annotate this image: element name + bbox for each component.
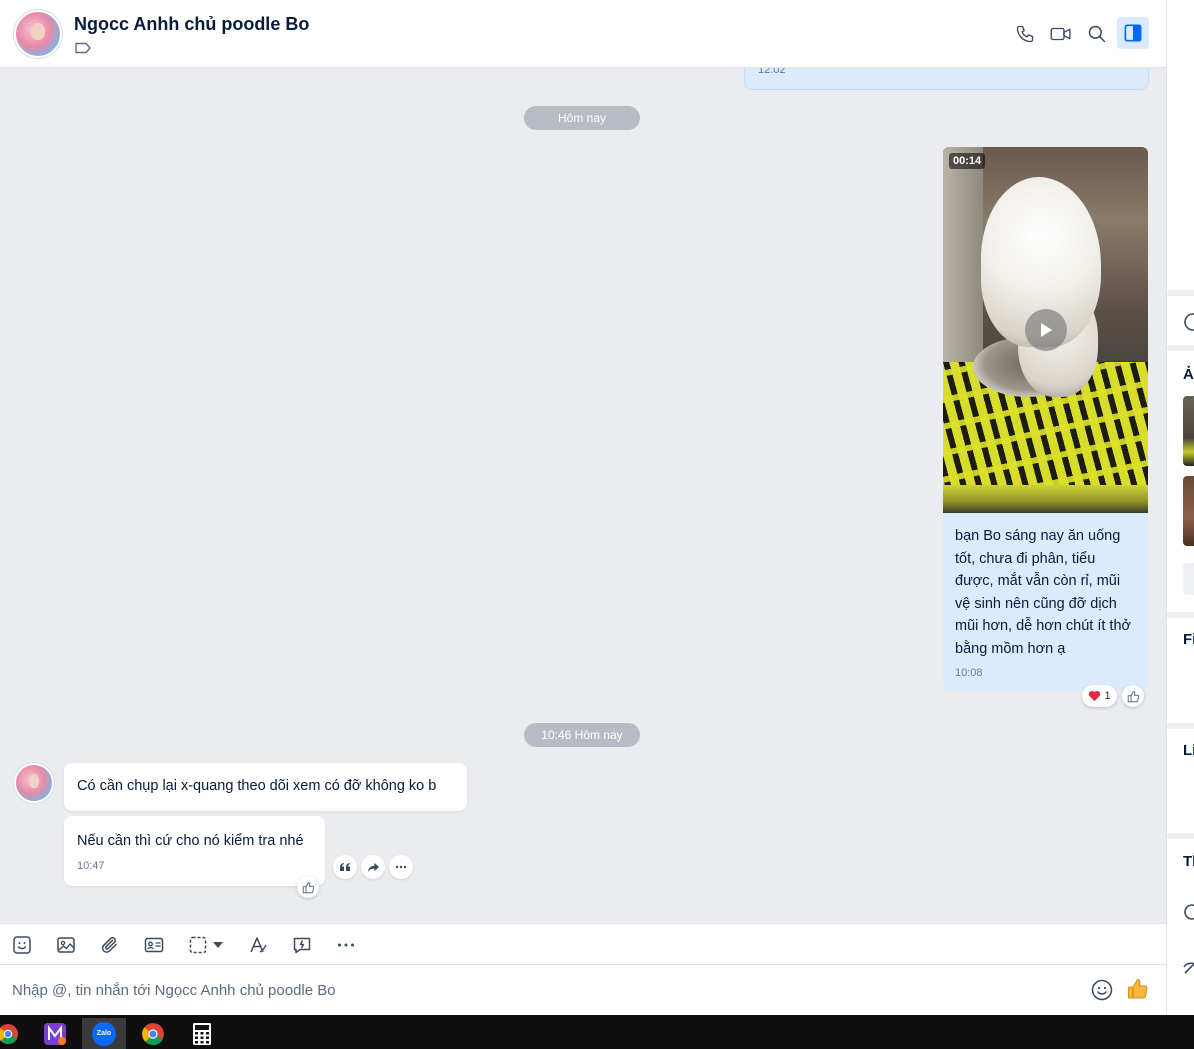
chat-header: Ngọcc Anhh chủ poodle Bo [0,0,1166,68]
files-section-label: Fi [1183,631,1194,648]
message-text: bạn Bo sáng nay ăn uống tốt, chưa đi phâ… [955,528,1132,657]
message-text: Có cần chụp lại x-quang theo dõi xem có … [77,778,437,794]
clock-icon[interactable] [1182,903,1194,921]
reminder-icon[interactable] [1182,310,1194,332]
divider [1167,833,1194,839]
conversation-info-panel: Ả Fi Li Th [1166,0,1194,1015]
like-reaction-button[interactable] [297,876,319,898]
thumbs-up-icon [1127,690,1139,702]
quick-message-icon[interactable] [291,934,313,956]
play-icon[interactable] [1025,309,1067,351]
quote-icon [340,863,350,871]
media-thumbnail[interactable] [1183,396,1194,466]
thumbs-up-icon [302,881,314,893]
search-icon[interactable] [1083,20,1111,48]
forward-icon [367,862,379,872]
phone-icon[interactable] [1011,20,1039,48]
incoming-message-bubble[interactable]: Nếu cần thì cứ cho nó kiểm tra nhé 10:47 [64,816,325,886]
settings-section-label: Th [1183,853,1194,870]
message-list[interactable]: 12:02 Hôm nay 00:14 bạn Bo sáng nay ăn u… [0,68,1166,923]
message-input[interactable] [12,977,1072,1003]
more-options-button[interactable] [389,855,413,879]
reaction-count: 1 [1104,690,1111,702]
contact-name[interactable]: Ngọcc Anhh chủ poodle Bo [74,14,309,35]
message-time: 10:47 [77,860,105,872]
forward-button[interactable] [361,855,385,879]
sidebar-toggle-icon[interactable] [1117,17,1149,49]
more-icon[interactable] [335,934,357,956]
chrome-icon[interactable] [131,1018,175,1049]
contact-avatar[interactable] [14,10,62,58]
message-time: 10:08 [955,667,983,679]
sender-avatar[interactable] [14,763,54,803]
previous-message-bubble[interactable]: 12:02 [744,68,1149,90]
view-all-media-button[interactable] [1183,563,1194,595]
sticker-icon[interactable] [11,934,33,956]
chrome-icon[interactable] [0,1018,30,1049]
divider [1167,612,1194,618]
time-separator: 10:46 Hôm nay [524,723,640,747]
os-taskbar: Zalo [0,1015,1194,1049]
screenshot-icon[interactable] [187,934,209,956]
screenshot-options-dropdown[interactable] [211,934,225,956]
message-composer [0,965,1166,1015]
caret-down-icon [213,942,223,948]
divider [1167,345,1194,351]
more-icon [395,865,407,869]
media-section-label: Ả [1183,366,1194,383]
zalo-icon[interactable]: Zalo [82,1018,126,1049]
calculator-icon[interactable] [180,1018,224,1049]
contact-card-icon[interactable] [143,934,165,956]
video-call-icon[interactable] [1047,20,1075,48]
video-frame-detail [943,485,1148,513]
eye-off-icon[interactable] [1182,958,1194,976]
quote-reply-button[interactable] [333,855,357,879]
thumbs-up-icon [1128,978,1148,999]
quick-like-button[interactable] [1126,977,1150,1001]
message-time: 12:02 [758,68,786,76]
message-text: Nếu cần thì cứ cho nó kiểm tra nhé [77,833,304,849]
divider [1167,290,1194,296]
video-duration: 00:14 [949,153,986,169]
app-icon[interactable] [33,1018,77,1049]
composer-toolbar [0,923,1166,965]
video-message[interactable]: 00:14 [943,147,1148,513]
heart-icon [1089,690,1101,702]
emoji-icon[interactable] [1090,978,1114,1002]
video-caption-bubble[interactable]: bạn Bo sáng nay ăn uống tốt, chưa đi phâ… [943,513,1148,691]
divider [1167,723,1194,729]
reaction-summary[interactable]: 1 [1082,685,1117,707]
text-format-icon[interactable] [247,934,269,956]
incoming-message-bubble[interactable]: Có cần chụp lại x-quang theo dõi xem có … [64,763,467,811]
attachment-icon[interactable] [99,934,121,956]
like-reaction-button[interactable] [1122,685,1144,707]
zalo-logo: Zalo [92,1021,116,1046]
links-section-label: Li [1183,742,1194,759]
image-icon[interactable] [55,934,77,956]
media-thumbnail[interactable] [1183,476,1194,546]
tag-label-icon[interactable] [75,42,91,54]
date-separator: Hôm nay [524,106,640,130]
